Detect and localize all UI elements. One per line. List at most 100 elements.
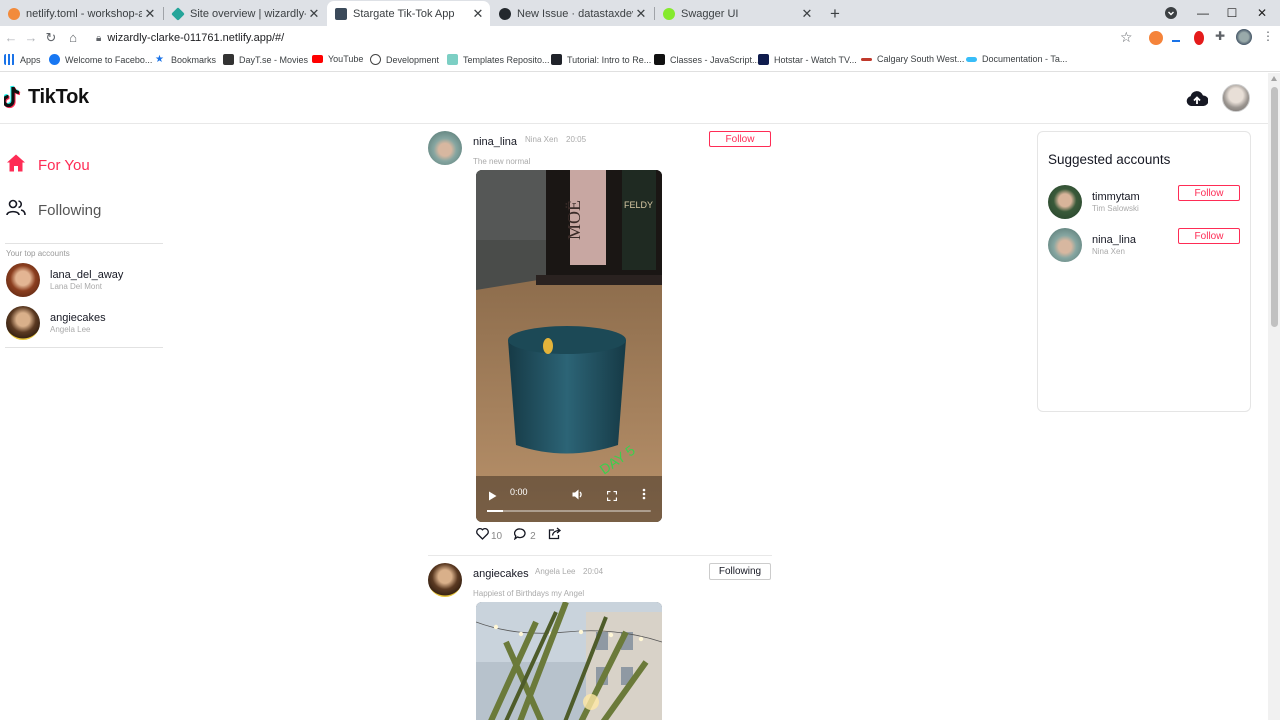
bookmark-label: Templates Reposito... — [463, 54, 550, 65]
nav-following[interactable]: Following — [6, 199, 101, 222]
video-frame — [476, 602, 662, 720]
avatar — [1048, 228, 1082, 262]
like-button[interactable]: 10 — [476, 527, 502, 543]
address-bar[interactable]: 🔒︎ wizardly-clarke-011761.netlify.app/#/ — [90, 28, 1140, 48]
user-avatar[interactable] — [1222, 84, 1250, 112]
more-options-icon[interactable] — [642, 487, 646, 505]
bookmark-item[interactable]: Welcome to Facebo... — [49, 54, 152, 65]
video-progress-fill — [487, 510, 503, 512]
calendar-icon — [223, 54, 234, 65]
bookmark-item[interactable]: DayT.se - Movies — [223, 54, 308, 65]
nav-for-you[interactable]: For You — [6, 153, 90, 178]
account-username: lana_del_away — [50, 269, 124, 281]
home-icon[interactable]: ⌂ — [64, 29, 82, 47]
bookmark-star-icon[interactable]: ☆ — [1120, 29, 1133, 46]
tiktok-logo[interactable]: TikTok — [1, 85, 89, 109]
bookmark-item[interactable]: Classes - JavaScript... — [654, 54, 760, 65]
bookmark-item[interactable]: Templates Reposito... — [447, 54, 550, 65]
fullscreen-icon[interactable] — [606, 488, 618, 506]
page-scrollbar[interactable] — [1268, 73, 1280, 720]
top-account-item[interactable]: angiecakes Angela Lee — [6, 306, 106, 340]
react-icon — [551, 54, 562, 65]
account-name: Angela Lee — [50, 325, 91, 334]
sidebar-divider — [5, 347, 163, 348]
account-username: nina_lina — [1092, 234, 1137, 246]
bookmark-label: Welcome to Facebo... — [65, 54, 153, 65]
menu-kebab-icon[interactable]: ⋮ — [1262, 29, 1276, 43]
post-username[interactable]: angiecakes — [473, 568, 529, 580]
browser-tab[interactable]: New Issue · datastaxdevs/worksh ✕ — [491, 1, 653, 26]
tab-title: New Issue · datastaxdevs/worksh — [517, 7, 633, 20]
browser-tab[interactable]: Swagger UI ✕ — [655, 1, 819, 26]
suggested-account-item[interactable]: nina_lina Nina Xen — [1048, 228, 1136, 262]
scroll-up-arrow-icon[interactable] — [1271, 76, 1277, 81]
bookmark-item[interactable]: Hotstar - Watch TV... — [758, 54, 857, 65]
opera-extension-icon[interactable] — [1194, 31, 1204, 45]
video-player[interactable]: MOË FELDY DAY 5 0:00 — [476, 170, 662, 522]
following-button[interactable]: Following — [709, 563, 771, 580]
volume-icon[interactable] — [572, 487, 584, 505]
tab-search-icon[interactable] — [1154, 0, 1188, 26]
forward-icon[interactable]: → — [22, 29, 40, 47]
browser-tab[interactable]: Site overview | wizardly-clarke-01 ✕ — [164, 1, 326, 26]
bookmark-item[interactable]: YouTube — [312, 54, 363, 64]
bookmark-label: Apps — [20, 54, 41, 65]
post-time: 20:04 — [583, 567, 604, 576]
avatar[interactable] — [428, 131, 462, 165]
bookmark-item[interactable]: Tutorial: Intro to Re... — [551, 54, 651, 65]
close-tab-icon[interactable]: ✕ — [470, 6, 486, 22]
new-tab-button[interactable]: + — [826, 4, 844, 24]
extension-icon[interactable] — [1149, 31, 1163, 45]
follow-button[interactable]: Follow — [1178, 185, 1240, 201]
close-tab-icon[interactable]: ✕ — [799, 6, 815, 22]
suggested-title: Suggested accounts — [1048, 152, 1171, 167]
account-name: Tim Salowski — [1092, 204, 1139, 213]
bookmark-label: Classes - JavaScript... — [670, 54, 760, 65]
video-player[interactable] — [476, 602, 662, 720]
globe-icon — [370, 54, 381, 65]
bookmark-item[interactable]: Apps — [4, 54, 41, 65]
extension-icon[interactable] — [1172, 40, 1180, 42]
video-progress-bar[interactable] — [487, 510, 651, 512]
share-button[interactable] — [548, 527, 562, 543]
heart-icon — [476, 527, 489, 543]
back-icon[interactable]: ← — [2, 29, 20, 47]
profile-avatar[interactable] — [1236, 29, 1252, 45]
video-frame: MOË FELDY DAY 5 — [476, 170, 662, 522]
avatar[interactable] — [428, 563, 462, 597]
close-window-icon[interactable]: ✕ — [1245, 0, 1279, 26]
lock-icon: 🔒︎ — [96, 32, 102, 44]
account-name: Nina Xen — [1092, 247, 1125, 256]
follow-button[interactable]: Follow — [1178, 228, 1240, 244]
bookmark-item[interactable]: ★ Bookmarks — [155, 54, 216, 65]
reload-icon[interactable]: ↻ — [42, 29, 60, 47]
top-account-item[interactable]: lana_del_away Lana Del Mont — [6, 263, 123, 297]
bookmark-item[interactable]: Calgary South West... — [861, 54, 964, 64]
feed-post: nina_lina Nina Xen 20:05 The new normal … — [428, 131, 772, 551]
extensions-puzzle-icon[interactable]: ✚ — [1215, 29, 1229, 43]
bookmarks-bar: Apps Welcome to Facebo... ★ Bookmarks Day… — [0, 50, 1280, 72]
video-time: 0:00 — [510, 487, 528, 497]
video-controls: 0:00 — [476, 476, 662, 522]
nav-label: Following — [38, 202, 102, 219]
maximize-icon[interactable]: ☐ — [1215, 0, 1249, 26]
bookmark-item[interactable]: Documentation - Ta... — [966, 54, 1067, 64]
comment-button[interactable]: 2 — [513, 527, 536, 543]
scrollbar-thumb[interactable] — [1271, 87, 1278, 327]
close-tab-icon[interactable]: ✕ — [633, 6, 649, 22]
bookmark-item[interactable]: Development — [370, 54, 439, 65]
close-tab-icon[interactable]: ✕ — [142, 6, 158, 22]
browser-tab[interactable]: netlify.toml - workshop-astra-tik ✕ — [0, 1, 162, 26]
browser-tab-active[interactable]: Stargate Tik-Tok App ✕ — [327, 1, 490, 26]
browser-toolbar: ← → ↻ ⌂ 🔒︎ wizardly-clarke-011761.netlif… — [0, 26, 1280, 50]
play-icon[interactable] — [488, 488, 497, 506]
close-tab-icon[interactable]: ✕ — [306, 6, 322, 22]
post-caption: The new normal — [473, 157, 531, 166]
post-username[interactable]: nina_lina — [473, 136, 517, 148]
sidebar-divider — [5, 243, 163, 244]
post-author-name: Nina Xen — [525, 135, 558, 144]
suggested-account-item[interactable]: timmytam Tim Salowski — [1048, 185, 1140, 219]
share-icon — [548, 527, 562, 543]
follow-button[interactable]: Follow — [709, 131, 771, 147]
upload-cloud-icon[interactable] — [1186, 90, 1209, 108]
